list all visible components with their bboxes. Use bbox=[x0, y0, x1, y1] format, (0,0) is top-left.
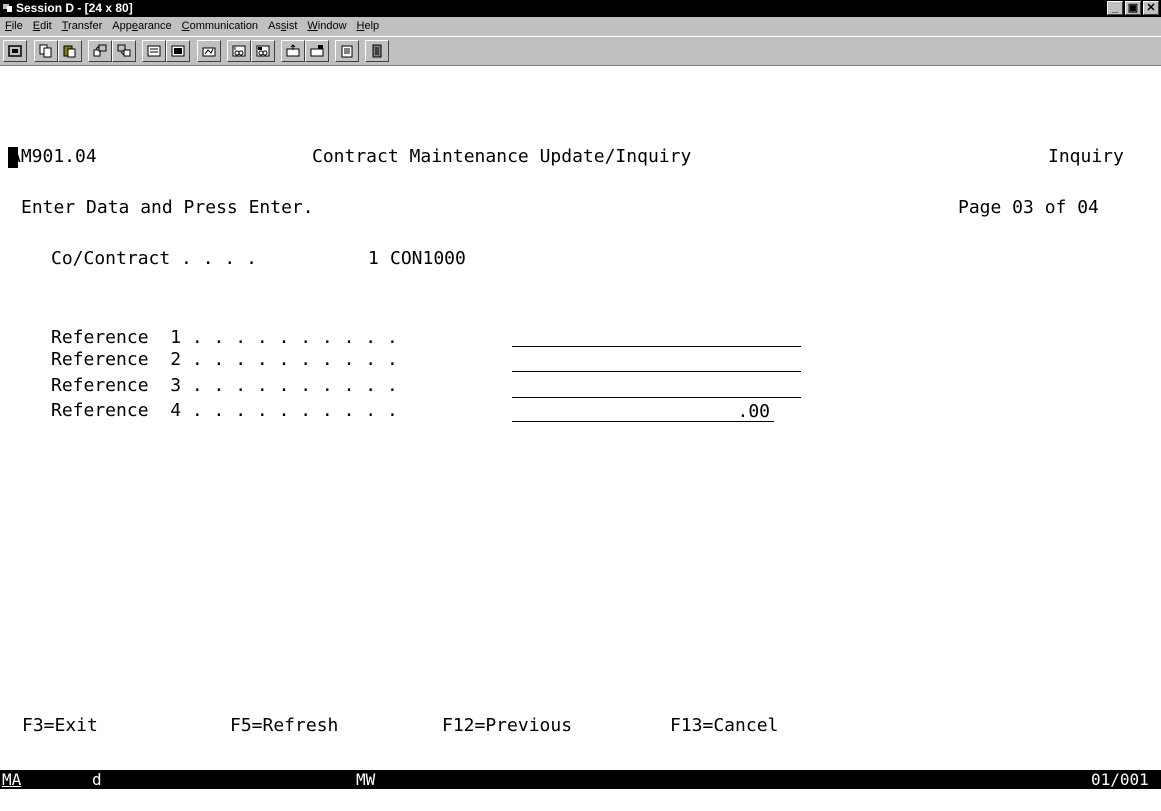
print-screen-button[interactable] bbox=[3, 40, 27, 62]
window-controls: _ ▣ ✕ bbox=[1107, 1, 1159, 15]
display-button[interactable] bbox=[166, 40, 190, 62]
menu-assist[interactable]: Assist bbox=[263, 17, 302, 36]
contract-value: CON1000 bbox=[390, 248, 466, 269]
start-button[interactable] bbox=[281, 40, 305, 62]
paste-button[interactable] bbox=[58, 40, 82, 62]
clipboard-icon bbox=[341, 45, 353, 58]
window-title: Session D - [24 x 80] bbox=[16, 1, 133, 15]
cursor-position: 01/001 bbox=[1091, 770, 1149, 789]
keypad-button[interactable] bbox=[142, 40, 166, 62]
reference-3-field[interactable] bbox=[512, 377, 801, 398]
record-icon bbox=[232, 45, 246, 57]
mode-label: Inquiry bbox=[1048, 146, 1124, 167]
maximize-button[interactable]: ▣ bbox=[1125, 1, 1141, 15]
reference-1-field[interactable] bbox=[512, 326, 801, 347]
menu-edit[interactable]: Edit bbox=[28, 17, 57, 36]
menu-help[interactable]: Help bbox=[352, 17, 385, 36]
f5-refresh-key[interactable]: F5=Refresh bbox=[230, 715, 338, 737]
terminal-screen[interactable] bbox=[0, 67, 1161, 787]
status-mw: MW bbox=[356, 770, 376, 789]
keypad-icon bbox=[147, 45, 161, 57]
menu-window[interactable]: Window bbox=[302, 17, 351, 36]
bottom-border bbox=[0, 789, 1161, 811]
start-icon bbox=[286, 44, 300, 57]
title-bar: Session D - [24 x 80] _ ▣ ✕ bbox=[0, 0, 1161, 17]
menu-appearance[interactable]: Appearance bbox=[107, 17, 176, 36]
play-button[interactable] bbox=[251, 40, 275, 62]
paste-icon bbox=[63, 45, 76, 58]
minimize-button[interactable]: _ bbox=[1107, 1, 1123, 15]
exit-button[interactable] bbox=[365, 40, 389, 62]
company-value: 1 bbox=[368, 248, 379, 269]
program-id: AM901.04 bbox=[10, 146, 97, 167]
instruction-text: Enter Data and Press Enter. bbox=[21, 197, 314, 218]
f3-exit-key[interactable]: F3=Exit bbox=[22, 715, 98, 737]
receive-file-button[interactable] bbox=[112, 40, 136, 62]
record-button[interactable] bbox=[227, 40, 251, 62]
reference-2-field[interactable] bbox=[512, 351, 801, 372]
session-icon[interactable] bbox=[3, 3, 13, 13]
stop-button[interactable] bbox=[305, 40, 329, 62]
reference-1-label: Reference 1 . . . . . . . . . . bbox=[51, 327, 398, 348]
close-button[interactable]: ✕ bbox=[1143, 1, 1159, 15]
status-ma: MA bbox=[2, 770, 22, 789]
reference-2-label: Reference 2 . . . . . . . . . . bbox=[51, 349, 398, 370]
exit-icon bbox=[372, 44, 382, 58]
menu-transfer[interactable]: Transfer bbox=[57, 17, 108, 36]
print-screen-icon bbox=[8, 45, 22, 57]
macro-button[interactable] bbox=[197, 40, 221, 62]
play-icon bbox=[256, 45, 270, 57]
send-file-button[interactable] bbox=[88, 40, 112, 62]
screen-title: Contract Maintenance Update/Inquiry bbox=[312, 146, 692, 167]
menu-file[interactable]: File bbox=[0, 17, 28, 36]
clipboard-button[interactable] bbox=[335, 40, 359, 62]
stop-icon bbox=[310, 45, 324, 57]
receive-file-icon bbox=[117, 44, 131, 57]
copy-button[interactable] bbox=[34, 40, 58, 62]
copy-icon bbox=[39, 44, 52, 58]
reference-4-label: Reference 4 . . . . . . . . . . bbox=[51, 400, 398, 421]
menu-communication[interactable]: Communication bbox=[177, 17, 263, 36]
status-d: d bbox=[92, 770, 102, 789]
send-file-icon bbox=[93, 44, 107, 57]
reference-3-label: Reference 3 . . . . . . . . . . bbox=[51, 375, 398, 396]
co-contract-label: Co/Contract . . . . bbox=[51, 248, 257, 269]
f13-cancel-key[interactable]: F13=Cancel bbox=[670, 715, 778, 737]
display-icon bbox=[171, 45, 185, 57]
macro-icon bbox=[202, 47, 216, 57]
menu-bar: File Edit Transfer Appearance Communicat… bbox=[0, 17, 1161, 36]
status-bar: MA d MW 01/001 bbox=[0, 770, 1161, 789]
f12-previous-key[interactable]: F12=Previous bbox=[442, 715, 572, 737]
page-indicator: Page 03 of 04 bbox=[958, 197, 1099, 218]
toolbar bbox=[0, 36, 1161, 66]
reference-4-field[interactable]: .00 bbox=[512, 401, 774, 422]
